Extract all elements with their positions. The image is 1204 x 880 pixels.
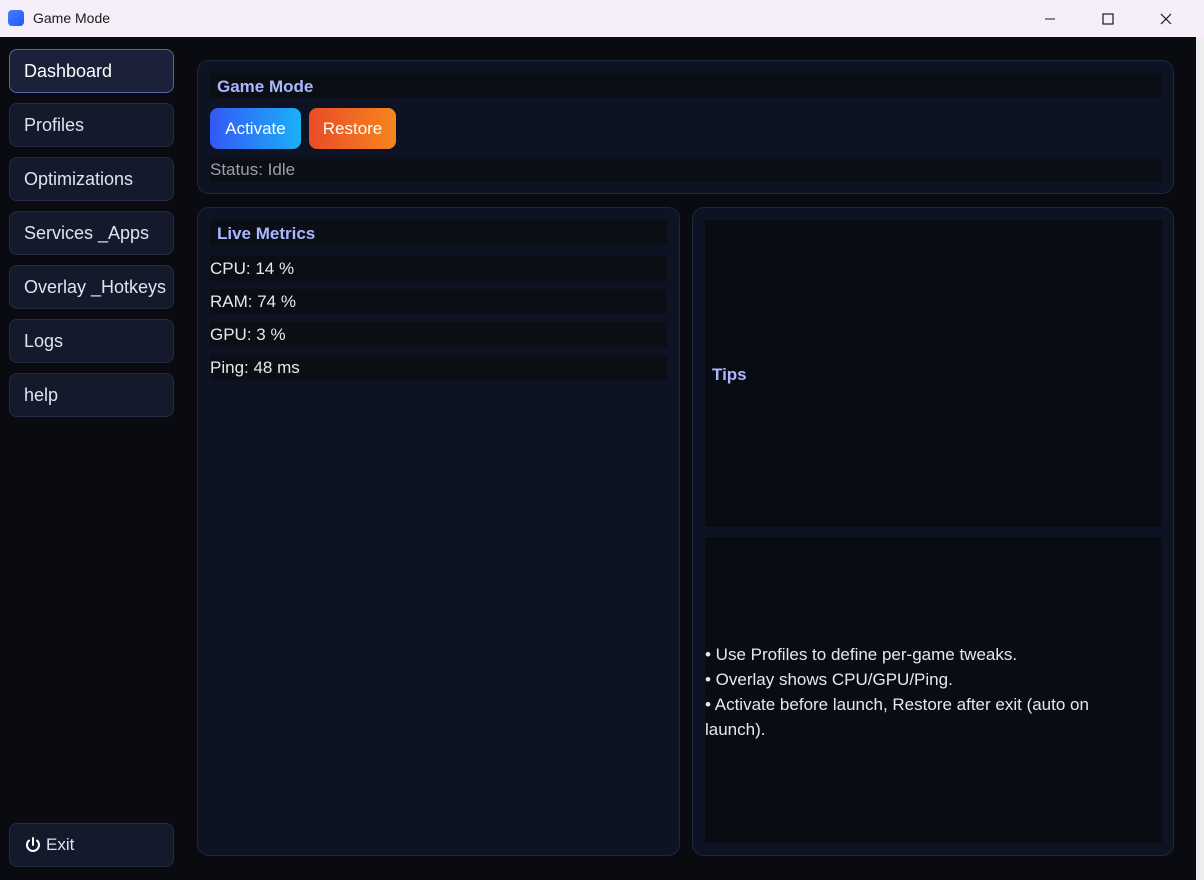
- metric-ram: RAM: 74 %: [210, 289, 667, 314]
- status-text: Status: Idle: [210, 157, 1162, 182]
- close-button[interactable]: [1137, 0, 1195, 37]
- window-border: [1196, 37, 1204, 880]
- close-icon: [1160, 13, 1172, 24]
- exit-label: Exit: [46, 835, 75, 854]
- sidebar-item-services-apps[interactable]: Services _Apps: [9, 211, 174, 255]
- metric-gpu: GPU: 3 %: [210, 322, 667, 347]
- sidebar-item-optimizations[interactable]: Optimizations: [9, 157, 174, 201]
- sidebar-item-overlay-hotkeys[interactable]: Overlay _Hotkeys: [9, 265, 174, 309]
- exit-button[interactable]: Exit: [9, 823, 174, 867]
- minimize-button[interactable]: [1021, 0, 1079, 37]
- tip-item: • Use Profiles to define per-game tweaks…: [705, 645, 1018, 664]
- tip-item: • Overlay shows CPU/GPU/Ping.: [705, 670, 953, 689]
- tips-heading: Tips: [712, 365, 747, 384]
- tip-item: • Activate before launch, Restore after …: [705, 695, 1089, 739]
- metric-cpu: CPU: 14 %: [210, 256, 667, 281]
- sidebar-item-help[interactable]: help: [9, 373, 174, 417]
- activate-button[interactable]: Activate: [210, 108, 301, 149]
- tips-list: • Use Profiles to define per-game tweaks…: [705, 642, 1145, 742]
- maximize-icon: [1102, 12, 1114, 25]
- power-icon: [26, 837, 40, 852]
- sidebar-item-profiles[interactable]: Profiles: [9, 103, 174, 147]
- restore-button[interactable]: Restore: [309, 108, 396, 149]
- maximize-button[interactable]: [1079, 0, 1137, 37]
- sidebar-item-dashboard[interactable]: Dashboard: [9, 49, 174, 93]
- title-bar: Game Mode: [0, 0, 1204, 37]
- game-mode-heading: Game Mode: [217, 77, 314, 96]
- minimize-icon: [1045, 18, 1055, 19]
- window-title: Game Mode: [33, 10, 111, 26]
- app-icon: [8, 10, 24, 26]
- live-metrics-heading: Live Metrics: [217, 224, 316, 243]
- metric-ping: Ping: 48 ms: [210, 355, 667, 380]
- game-mode-header-bar: [210, 73, 1162, 98]
- sidebar-item-logs[interactable]: Logs: [9, 319, 174, 363]
- tips-header-box: [705, 220, 1162, 527]
